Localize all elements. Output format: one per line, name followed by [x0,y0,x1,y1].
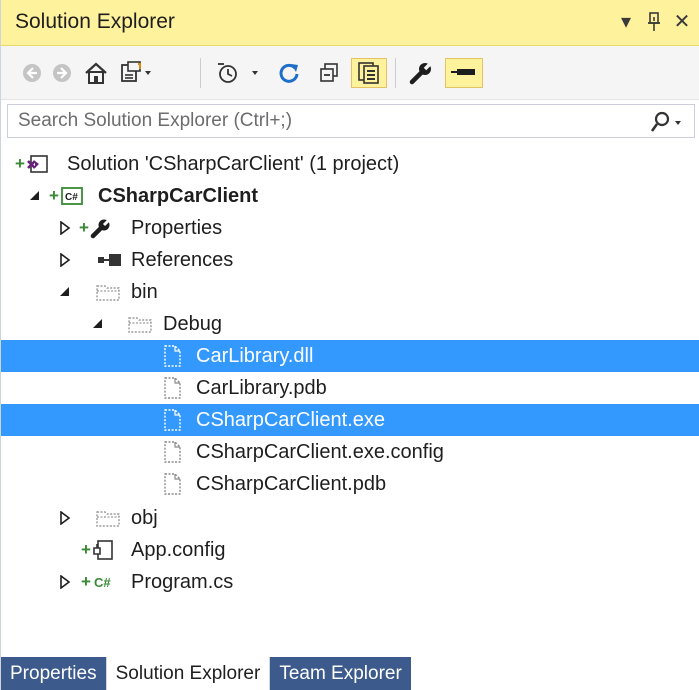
svg-text:C#: C# [94,575,111,590]
forward-button[interactable] [49,58,75,88]
toolbar-separator [395,58,396,88]
file-icon [161,376,183,400]
csharp-project-icon: + C# [49,184,85,208]
tree-item-project[interactable]: + C# CSharpCarClient [1,180,699,212]
file-icon [161,472,183,496]
expanded-arrow-icon[interactable] [28,189,42,203]
pending-changes-filter-button[interactable] [213,58,263,88]
references-icon [96,248,124,272]
home-button[interactable] [81,58,111,88]
config-file-icon: + [81,538,115,562]
tree-item-label: obj [131,507,158,529]
svg-text:C#: C# [65,192,78,203]
tree-item-file[interactable]: CSharpCarClient.exe.config [1,436,699,468]
tree-item-label: References [131,249,234,271]
folder-excluded-icon [126,312,154,336]
close-button[interactable]: ✕ [669,8,695,36]
tree-item-references[interactable]: References [1,244,699,276]
tree-item-file[interactable]: CSharpCarClient.exe [1,404,699,436]
preview-selected-icon [451,69,475,75]
window-position-dropdown-button[interactable]: ▾ [613,8,639,36]
tree-item-file[interactable]: CSharpCarClient.pdb [1,468,699,500]
tree-item-label: bin [131,281,158,303]
panel-title: Solution Explorer [15,10,175,33]
search-icon [650,111,681,132]
properties-button[interactable] [405,58,437,88]
search-options-button[interactable] [648,110,684,134]
tree-item-label: CSharpCarClient.pdb [196,473,387,495]
pin-icon [648,12,660,31]
tree-item-label: CarLibrary.dll [196,345,314,367]
wrench-icon: + [79,216,113,240]
title-bar: Solution Explorer ▾ ✕ [1,0,699,46]
expanded-arrow-icon[interactable] [91,317,105,331]
wrench-icon [409,61,433,85]
collapsed-arrow-icon[interactable] [58,511,72,525]
folder-excluded-icon [94,506,122,530]
collapsed-arrow-icon[interactable] [58,253,72,267]
preview-selected-button[interactable] [445,58,483,88]
tree-item-app-config[interactable]: + App.config [1,534,699,566]
solution-explorer-panel: Solution Explorer ▾ ✕ Search Solution Ex… [0,0,699,690]
file-icon [161,408,183,432]
back-button[interactable] [19,58,45,88]
tree-item-label: Properties [131,217,223,239]
csharp-file-icon: + C# [81,572,111,591]
tree-item-label: App.config [131,539,226,561]
expanded-arrow-icon[interactable] [58,285,72,299]
file-icon [161,344,183,368]
tree-item-program[interactable]: + C# Program.cs [1,566,699,598]
tree-item-label: Debug [163,313,222,335]
search-input[interactable] [8,105,638,137]
back-icon [23,64,41,82]
collapse-all-button[interactable] [315,58,343,88]
sync-icon [279,63,299,83]
search-box [7,104,695,138]
tree-item-obj[interactable]: obj [1,502,699,534]
tree-item-solution[interactable]: + Solution 'CSharpCarClient' (1 project) [1,148,699,180]
pending-changes-filter-icon [218,63,258,83]
tree-item-label: CarLibrary.pdb [196,377,327,399]
tab-solution-explorer[interactable]: Solution Explorer [105,657,271,690]
tree-item-bin[interactable]: bin [1,276,699,308]
sync-button[interactable] [275,58,303,88]
file-icon [161,440,183,464]
show-all-files-button[interactable] [351,58,387,88]
toolbar [1,46,699,100]
tree-item-file[interactable]: CarLibrary.pdb [1,372,699,404]
tree-item-file[interactable]: CarLibrary.dll [1,340,699,372]
collapsed-arrow-icon[interactable] [58,575,72,589]
show-all-files-icon [358,62,379,84]
switch-views-icon [121,61,151,82]
pin-button[interactable] [641,8,667,36]
forward-icon [53,64,71,82]
folder-excluded-icon [94,280,122,304]
collapse-all-icon [320,63,338,82]
collapsed-arrow-icon[interactable] [58,221,72,235]
tree-item-label: CSharpCarClient.exe [196,409,385,431]
tab-properties[interactable]: Properties [1,657,106,690]
tree-item-label: CSharpCarClient.exe.config [196,441,444,463]
bottom-tab-bar: Properties Solution Explorer Team Explor… [1,657,699,690]
tab-team-explorer[interactable]: Team Explorer [270,657,411,690]
home-icon [85,62,107,84]
solution-icon: + [15,152,49,176]
tree-item-debug[interactable]: Debug [1,308,699,340]
tree-item-label: Solution 'CSharpCarClient' (1 project) [67,153,400,175]
switch-views-button[interactable] [117,58,153,88]
tree-item-label: Program.cs [131,571,234,593]
toolbar-separator [200,58,201,88]
tree-item-properties[interactable]: + Properties [1,212,699,244]
tree-item-label: CSharpCarClient [98,185,259,207]
